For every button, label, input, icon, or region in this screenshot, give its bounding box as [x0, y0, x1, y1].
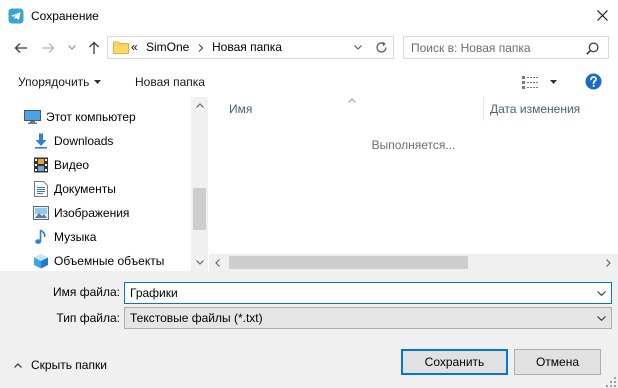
sidebar-item-downloads[interactable]: Downloads [0, 130, 190, 152]
scrollbar-thumb[interactable] [193, 188, 206, 230]
navigation-pane: Этот компьютер Downloads Видео Документы… [0, 97, 209, 271]
pictures-icon [33, 206, 49, 220]
back-button[interactable] [10, 37, 32, 58]
scroll-down-button[interactable] [191, 254, 208, 271]
documents-icon [34, 181, 48, 197]
up-arrow-icon [88, 41, 100, 54]
filename-input[interactable] [130, 283, 590, 303]
app-icon [8, 8, 24, 24]
organize-button[interactable]: Упорядочить [10, 71, 110, 93]
help-icon [585, 73, 602, 90]
resize-grip-icon[interactable] [605, 376, 617, 388]
address-history-button[interactable] [349, 37, 367, 58]
music-icon [35, 229, 46, 244]
close-icon [597, 9, 608, 21]
search-icon[interactable] [586, 42, 599, 55]
sidebar-item-this-pc[interactable]: Этот компьютер [0, 106, 190, 128]
help-button[interactable] [584, 72, 603, 91]
address-bar[interactable]: « SimOne Новая папка [107, 36, 394, 59]
title-bar: Сохранение [0, 0, 618, 31]
chevron-down-icon [195, 260, 204, 265]
filetype-label: Тип файла: [56, 311, 120, 325]
search-box[interactable] [403, 36, 609, 59]
sidebar-item-documents[interactable]: Документы [0, 178, 190, 200]
sidebar-item-label: Объемные объекты [54, 254, 165, 268]
recent-locations-button[interactable] [64, 37, 80, 58]
sort-ascending-icon [348, 98, 356, 103]
chevron-up-icon [195, 103, 204, 108]
new-folder-label: Новая папка [135, 75, 205, 89]
scrollbar-thumb[interactable] [229, 256, 468, 269]
downloads-icon [35, 133, 47, 149]
hide-folders-button[interactable]: Скрыть папки [10, 355, 120, 376]
dropdown-arrow-icon [549, 80, 557, 84]
view-options-button[interactable] [546, 71, 560, 93]
sidebar-item-music[interactable]: Музыка [0, 226, 190, 248]
close-button[interactable] [587, 0, 618, 30]
refresh-button[interactable] [371, 37, 392, 58]
filename-combobox[interactable] [124, 282, 612, 304]
navigation-scrollbar[interactable] [191, 97, 208, 271]
organize-label: Упорядочить [18, 75, 90, 89]
sidebar-item-videos[interactable]: Видео [0, 154, 190, 176]
dropdown-arrow-icon [94, 80, 101, 84]
new-folder-button[interactable]: Новая папка [127, 71, 215, 93]
sidebar-item-label: Этот компьютер [46, 110, 136, 124]
details-view-icon [522, 75, 538, 89]
filetype-dropdown-button[interactable] [591, 308, 611, 328]
sidebar-item-label: Изображения [54, 206, 130, 220]
address-overflow[interactable]: « [131, 37, 138, 58]
chevron-down-icon [68, 45, 76, 50]
sidebar-item-label: Документы [54, 182, 116, 196]
sidebar-item-label: Downloads [54, 134, 114, 148]
scroll-left-button[interactable] [209, 254, 226, 271]
sidebar-item-3d-objects[interactable]: Объемные объекты [0, 250, 190, 271]
computer-icon [24, 110, 41, 124]
sidebar-item-pictures[interactable]: Изображения [0, 202, 190, 224]
scroll-up-button[interactable] [191, 97, 208, 114]
filename-history-button[interactable] [591, 283, 611, 303]
file-list: Имя Дата изменения Выполняется... [209, 97, 618, 271]
column-header-name[interactable]: Имя [209, 97, 483, 121]
column-header-date-modified[interactable]: Дата изменения [484, 97, 618, 121]
folder-icon [113, 41, 129, 54]
window-title: Сохранение [31, 9, 99, 23]
filetype-select[interactable]: Текстовые файлы (*.txt) [124, 307, 612, 329]
chevron-right-icon[interactable] [198, 44, 204, 52]
sidebar-item-label: Музыка [54, 230, 97, 244]
breadcrumb-simone[interactable]: SimOne [146, 37, 189, 58]
chevron-right-icon [606, 258, 611, 267]
save-button[interactable]: Сохранить [401, 349, 508, 375]
save-dialog: Сохранение « SimOne Новая папка Поиск в:… [0, 0, 618, 388]
scroll-right-button[interactable] [600, 254, 617, 271]
filename-label: Имя файла: [53, 285, 120, 299]
up-button[interactable] [83, 37, 105, 58]
forward-button[interactable] [37, 37, 59, 58]
chevron-left-icon [215, 258, 220, 267]
back-arrow-icon [14, 42, 27, 53]
forward-arrow-icon [42, 42, 55, 53]
search-input[interactable] [411, 37, 583, 58]
chevron-down-icon [596, 290, 606, 296]
save-options-panel: Имя файла: Тип файла: Текстовые файлы (*… [0, 271, 618, 388]
cancel-button[interactable]: Отмена [514, 349, 601, 375]
chevron-up-icon [14, 363, 22, 368]
videos-icon [34, 157, 48, 173]
loading-status: Выполняется... [371, 138, 456, 152]
3d-objects-icon [34, 254, 48, 269]
refresh-icon [376, 41, 387, 53]
column-header-label: Имя [229, 102, 253, 116]
column-header-label: Дата изменения [490, 102, 581, 116]
filetype-value: Текстовые файлы (*.txt) [130, 311, 263, 325]
hide-folders-label: Скрыть папки [31, 358, 107, 372]
breadcrumb-current-folder[interactable]: Новая папка [212, 37, 282, 58]
chevron-down-icon [354, 45, 362, 50]
sidebar-item-label: Видео [54, 158, 90, 172]
change-view-button[interactable] [516, 71, 544, 93]
horizontal-scrollbar[interactable] [209, 254, 618, 271]
chevron-down-icon [596, 315, 606, 321]
